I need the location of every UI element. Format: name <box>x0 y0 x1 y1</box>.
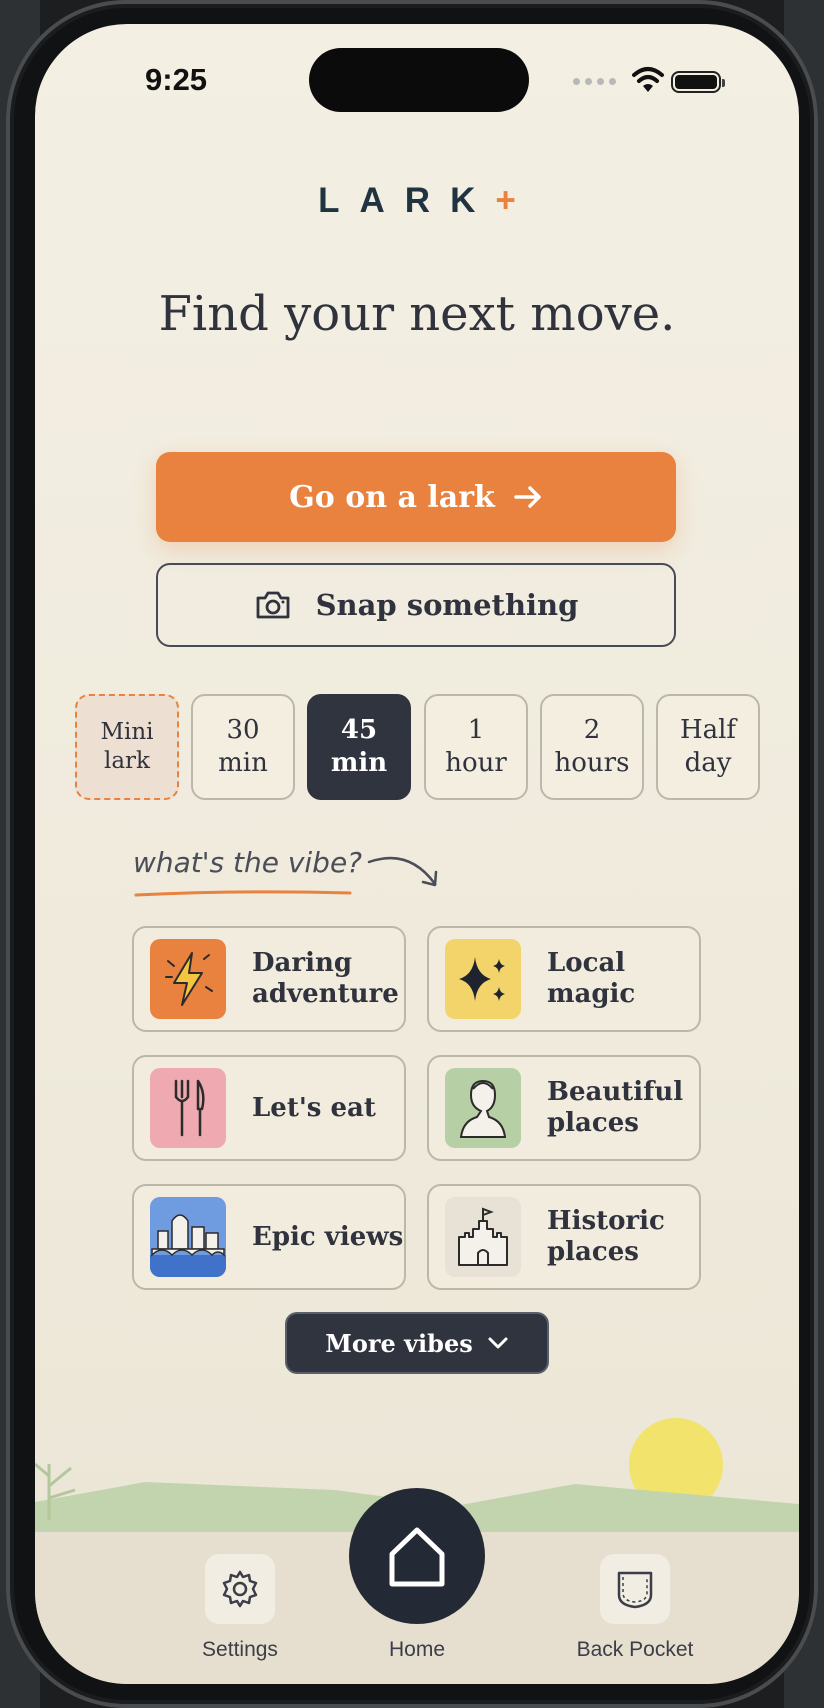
curved-arrow-icon <box>367 856 438 887</box>
lightning-icon <box>165 952 213 1006</box>
pocket-icon <box>617 1571 653 1609</box>
home-icon <box>389 1527 445 1587</box>
vibe-thumb <box>150 1197 226 1277</box>
statue-bust-icon <box>459 1079 507 1138</box>
vibe-card-beautiful-places[interactable]: Beautiful places <box>427 1055 701 1161</box>
back-pocket-icon-box <box>600 1554 670 1624</box>
chip-line1: Half <box>679 715 737 745</box>
settings-icon-box <box>205 1554 275 1624</box>
dynamic-island <box>309 48 529 112</box>
vibe-line2: places <box>547 1237 639 1267</box>
tab-back-pocket[interactable]: Back Pocket <box>545 1554 725 1662</box>
chip-line1: 45 <box>340 715 378 745</box>
snap-something-label: Snap something <box>315 588 579 622</box>
gear-icon <box>222 1570 258 1608</box>
duration-chip-45-min[interactable]: 45 min <box>307 694 411 800</box>
duration-selector: Mini lark 30 min 45 min 1 hour 2 hours Half da… <box>75 694 765 800</box>
duration-chip-1-hour[interactable]: 1 hour <box>424 694 528 800</box>
tab-back-pocket-label: Back Pocket <box>576 1638 694 1661</box>
camera-icon <box>256 591 289 619</box>
vibe-card-daring-adventure[interactable]: Daring adventure <box>132 926 406 1032</box>
more-vibes-button[interactable]: More vibes <box>287 1314 547 1372</box>
vibe-card-lets-eat[interactable]: Let's eat <box>132 1055 406 1161</box>
vibe-line1: Historic <box>547 1206 665 1236</box>
duration-chip-half-day[interactable]: Half day <box>656 694 760 800</box>
chip-line2: hours <box>554 748 630 778</box>
vibe-card-epic-views[interactable]: Epic views <box>132 1184 406 1290</box>
app-logo: LARK+ <box>35 181 799 221</box>
logo-plus: + <box>495 181 516 220</box>
vibe-line1: Let's eat <box>252 1092 376 1123</box>
go-on-a-lark-button[interactable]: Go on a lark <box>156 452 676 542</box>
chip-line2: lark <box>103 748 150 774</box>
more-vibes-label: More vibes <box>325 1328 473 1358</box>
chip-line1: Mini <box>100 719 154 745</box>
chevron-down-icon <box>488 1337 508 1349</box>
vibe-line1: Epic views <box>252 1221 404 1252</box>
chip-line1: 30 <box>226 715 260 745</box>
duration-chip-2-hours[interactable]: 2 hours <box>540 694 644 800</box>
vibe-line1: Local <box>547 948 626 978</box>
status-time: 9:25 <box>145 62 208 97</box>
castle-icon <box>458 1207 508 1266</box>
city-bridge-icon <box>150 1214 226 1277</box>
tab-settings[interactable]: Settings <box>165 1554 315 1662</box>
wifi-icon <box>632 67 664 92</box>
vibe-card-local-magic[interactable]: Local magic <box>427 926 701 1032</box>
vibe-line2: places <box>547 1108 639 1138</box>
chip-line2: day <box>684 748 732 778</box>
vibe-underline <box>134 890 352 897</box>
chip-line1: 2 <box>583 715 601 745</box>
snap-something-button[interactable]: Snap something <box>156 563 676 647</box>
battery-icon <box>671 71 725 93</box>
vibe-card-historic-places[interactable]: Historic places <box>427 1184 701 1290</box>
chip-line2: min <box>330 748 388 778</box>
logo-text: LARK <box>318 181 496 220</box>
app-screen: 9:25 LARK+ Find your next move. Go on a … <box>35 24 799 1684</box>
vibe-line1: Daring <box>252 948 353 978</box>
duration-chip-mini-lark[interactable]: Mini lark <box>75 694 179 800</box>
vibe-thumb <box>150 1068 226 1148</box>
tab-home[interactable] <box>349 1488 485 1624</box>
signal-icon <box>573 78 616 85</box>
tab-settings-label: Settings <box>202 1638 278 1661</box>
duration-chip-30-min[interactable]: 30 min <box>191 694 295 800</box>
vibe-thumb <box>150 939 226 1019</box>
page-title: Find your next move. <box>158 286 676 342</box>
fork-knife-icon <box>174 1079 205 1137</box>
vibe-thumb <box>445 1197 521 1277</box>
go-on-a-lark-label: Go on a lark <box>289 479 495 515</box>
vibe-prompt: what's the vibe? <box>133 846 363 879</box>
vibe-line2: adventure <box>252 979 399 1009</box>
vibe-thumb <box>445 939 521 1019</box>
vibe-line2: magic <box>547 979 636 1009</box>
status-icons <box>573 67 763 98</box>
chip-line2: min <box>218 748 268 778</box>
vibe-thumb <box>445 1068 521 1148</box>
arrow-right-icon <box>514 486 541 508</box>
chip-line2: hour <box>445 748 507 778</box>
vibe-line1: Beautiful <box>547 1077 684 1107</box>
chip-line1: 1 <box>467 715 485 745</box>
sparkle-icon <box>459 957 505 1001</box>
tab-home-label: Home <box>388 1638 446 1661</box>
